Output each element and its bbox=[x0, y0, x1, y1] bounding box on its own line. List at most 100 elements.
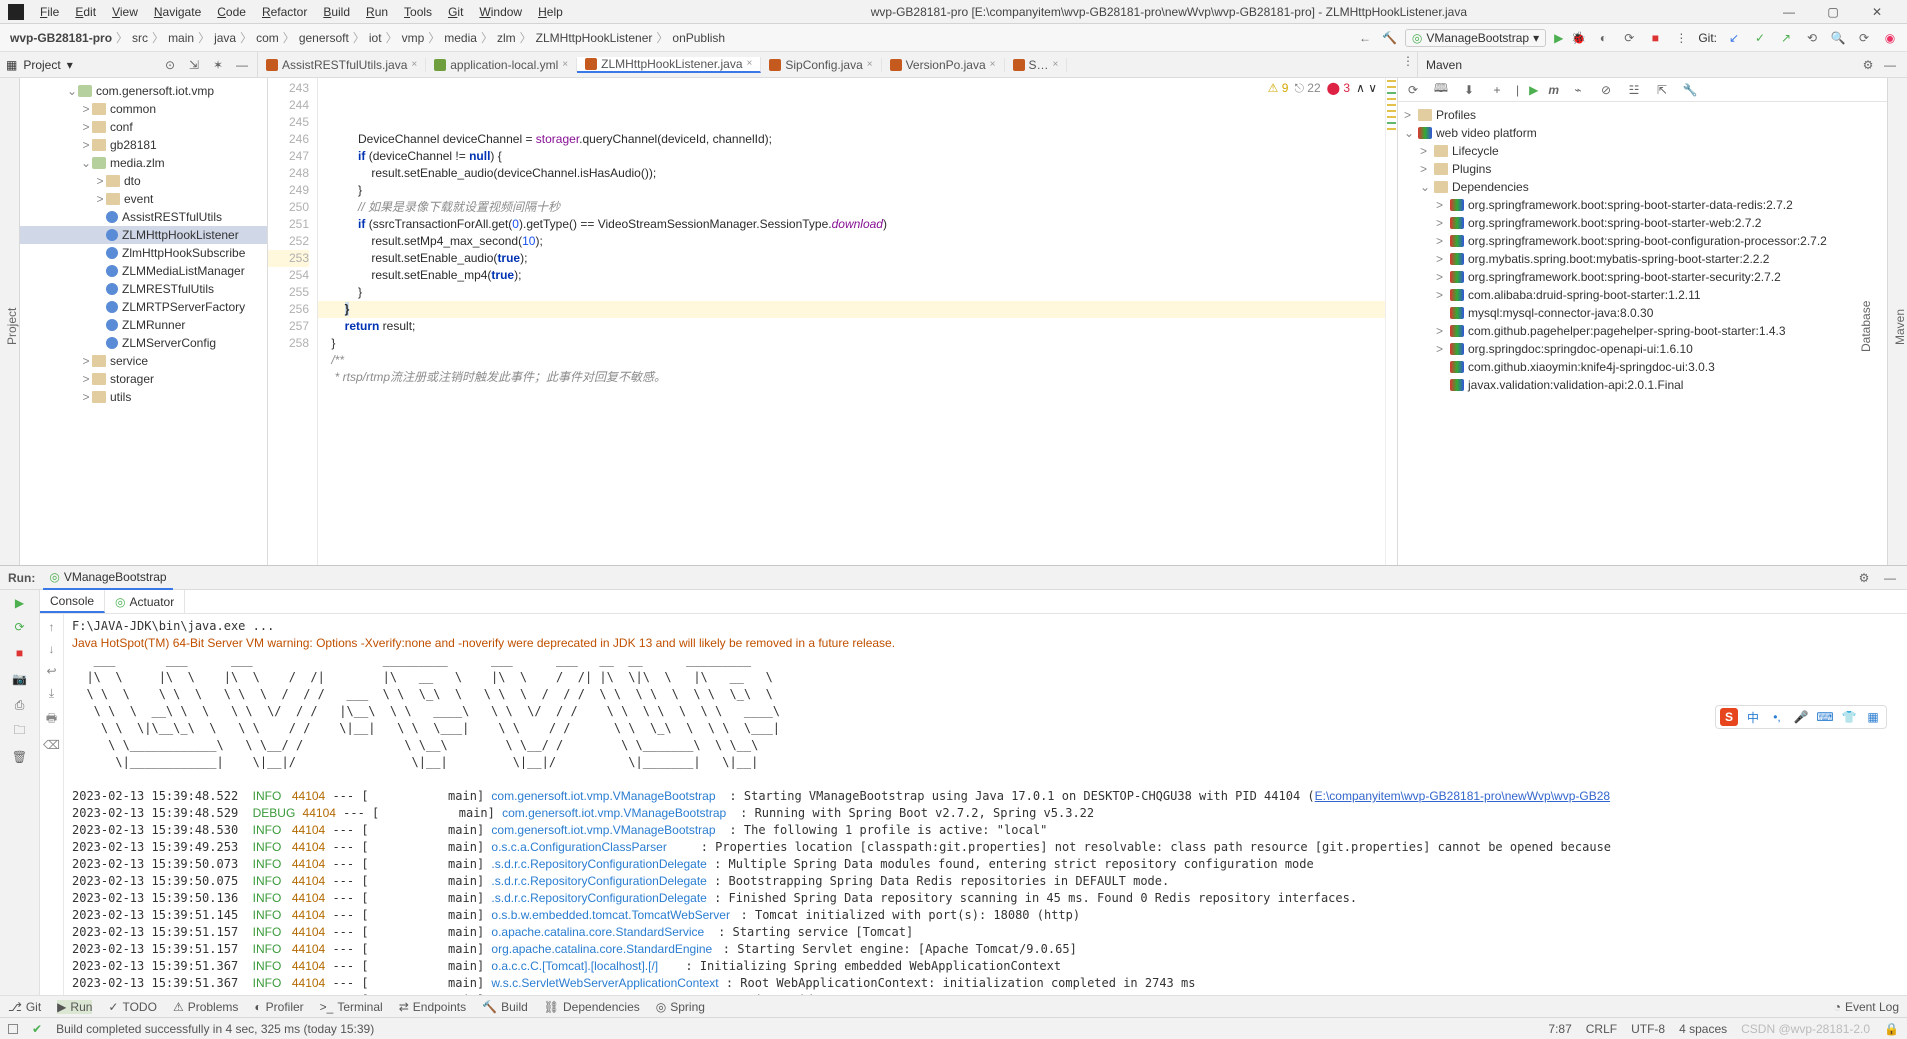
code-area[interactable]: ⚠ 9 ⎋ 22 ⬤ 3 ∧ ∨ DeviceChannel deviceCha… bbox=[318, 78, 1385, 565]
lock-icon[interactable]: 🔒 bbox=[1884, 1022, 1899, 1036]
ime-mode-icon[interactable]: 中 bbox=[1744, 708, 1762, 726]
pin-button[interactable]: 🗑 bbox=[11, 748, 29, 766]
menu-view[interactable]: View bbox=[104, 5, 146, 19]
tree-arrow-icon[interactable]: ⌄ bbox=[1420, 180, 1434, 194]
menu-code[interactable]: Code bbox=[209, 5, 254, 19]
menu-git[interactable]: Git bbox=[440, 5, 471, 19]
close-tab-icon[interactable]: × bbox=[747, 58, 753, 69]
close-tab-icon[interactable]: × bbox=[867, 59, 873, 70]
tree-node[interactable]: ZLMHttpHookListener bbox=[20, 226, 267, 244]
menu-run[interactable]: Run bbox=[358, 5, 396, 19]
tree-arrow-icon[interactable]: > bbox=[1436, 324, 1450, 338]
status-tool-icon[interactable] bbox=[8, 1024, 18, 1034]
sogou-icon[interactable]: S bbox=[1720, 708, 1738, 726]
soft-wrap-icon[interactable]: ↩ bbox=[46, 664, 56, 678]
tree-arrow-icon[interactable]: > bbox=[80, 138, 92, 152]
minimize-button[interactable]: — bbox=[1767, 0, 1811, 24]
crumb-0[interactable]: wvp-GB28181-pro bbox=[8, 31, 114, 45]
tree-arrow-icon[interactable]: > bbox=[1436, 198, 1450, 212]
run-button[interactable]: ▶ bbox=[1554, 31, 1563, 45]
crumb-4[interactable]: com bbox=[254, 31, 281, 45]
crumb-5[interactable]: genersoft bbox=[297, 31, 351, 45]
maven-toggle-skip-tests-icon[interactable]: ⊘ bbox=[1597, 81, 1615, 99]
tree-arrow-icon[interactable]: > bbox=[80, 120, 92, 134]
select-opened-file-icon[interactable]: ⊙ bbox=[161, 56, 179, 74]
project-tree[interactable]: ⌄com.genersoft.iot.vmp>common>conf>gb281… bbox=[20, 78, 268, 565]
maven-hide-icon[interactable]: — bbox=[1881, 56, 1899, 74]
tree-node[interactable]: ZLMMediaListManager bbox=[20, 262, 267, 280]
bottom-tool-build[interactable]: 🔨Build bbox=[482, 1000, 528, 1014]
maven-settings2-icon[interactable]: 🔧 bbox=[1681, 81, 1699, 99]
editor-tab-1[interactable]: application-local.yml× bbox=[426, 58, 577, 72]
ime-voice-icon[interactable]: 🎤 bbox=[1792, 708, 1810, 726]
debug-button[interactable]: 🐞 bbox=[1571, 31, 1586, 45]
maven-tree[interactable]: >Profiles⌄web video platform>Lifecycle>P… bbox=[1398, 102, 1887, 565]
tree-arrow-icon[interactable]: > bbox=[94, 174, 106, 188]
maven-add-icon[interactable]: + bbox=[1488, 81, 1506, 99]
crumb-1[interactable]: src bbox=[130, 31, 150, 45]
menu-window[interactable]: Window bbox=[471, 5, 530, 19]
hide-button[interactable]: — bbox=[233, 56, 251, 74]
layout-button[interactable]: ⎙ bbox=[11, 696, 29, 714]
console-output[interactable]: F:\JAVA-JDK\bin\java.exe ... Java HotSpo… bbox=[64, 614, 1907, 995]
ide-settings-icon[interactable]: ◉ bbox=[1881, 29, 1899, 47]
tree-arrow-icon[interactable]: > bbox=[1436, 270, 1450, 284]
ime-skin-icon[interactable]: 👕 bbox=[1840, 708, 1858, 726]
close-tab-icon[interactable]: × bbox=[411, 59, 417, 70]
run-settings-icon[interactable]: ⚙ bbox=[1855, 569, 1873, 587]
more-tabs-icon[interactable]: ⋮ bbox=[1399, 52, 1417, 70]
maven-exec-icon[interactable]: m bbox=[1548, 83, 1559, 97]
caret-position[interactable]: 7:87 bbox=[1548, 1022, 1571, 1036]
maven-reload-icon[interactable]: ⟳ bbox=[1404, 81, 1422, 99]
console-tab[interactable]: Console bbox=[40, 590, 105, 613]
tree-node[interactable]: ⌄media.zlm bbox=[20, 154, 267, 172]
bottom-tool-problems[interactable]: ⚠Problems bbox=[173, 1000, 238, 1014]
tree-node[interactable]: >utils bbox=[20, 388, 267, 406]
editor-tab-5[interactable]: S…× bbox=[1005, 58, 1068, 72]
git-push-icon[interactable]: ↗ bbox=[1777, 29, 1795, 47]
maven-node[interactable]: mysql:mysql-connector-java:8.0.30 bbox=[1398, 304, 1887, 322]
stop-button[interactable]: ■ bbox=[1646, 29, 1664, 47]
bottom-tool-spring[interactable]: ◎Spring bbox=[656, 1000, 705, 1014]
editor-tab-2[interactable]: ZLMHttpHookListener.java× bbox=[577, 57, 761, 73]
maven-node[interactable]: ⌄Dependencies bbox=[1398, 178, 1887, 196]
tree-arrow-icon[interactable]: > bbox=[80, 354, 92, 368]
tree-arrow-icon[interactable]: ⌄ bbox=[66, 84, 78, 98]
settings-sync-icon[interactable]: ⟳ bbox=[1855, 29, 1873, 47]
tree-arrow-icon[interactable]: > bbox=[94, 192, 106, 206]
menu-tools[interactable]: Tools bbox=[396, 5, 440, 19]
run-hide-icon[interactable]: — bbox=[1881, 569, 1899, 587]
git-history-icon[interactable]: ⟲ bbox=[1803, 29, 1821, 47]
run-config-tab[interactable]: ◎ VManageBootstrap bbox=[43, 566, 172, 590]
maven-toggle-offline-icon[interactable]: ⌁ bbox=[1569, 81, 1587, 99]
more-button[interactable]: ⋮ bbox=[1672, 29, 1690, 47]
tree-node[interactable]: ZLMRTPServerFactory bbox=[20, 298, 267, 316]
file-encoding[interactable]: UTF-8 bbox=[1631, 1022, 1665, 1036]
crumb-10[interactable]: ZLMHttpHookListener bbox=[534, 31, 655, 45]
tree-arrow-icon[interactable]: > bbox=[1420, 144, 1434, 158]
clear-icon[interactable]: ⌫ bbox=[43, 738, 60, 752]
menu-build[interactable]: Build bbox=[315, 5, 358, 19]
tree-node[interactable]: ⌄com.genersoft.iot.vmp bbox=[20, 82, 267, 100]
crumb-6[interactable]: iot bbox=[367, 31, 384, 45]
event-log-button[interactable]: ◔ Event Log bbox=[1834, 1000, 1899, 1014]
rerun-update-button[interactable]: ⟳ bbox=[11, 618, 29, 636]
scroll-up-icon[interactable]: ↑ bbox=[49, 620, 55, 634]
tree-arrow-icon[interactable]: > bbox=[1436, 288, 1450, 302]
tree-arrow-icon[interactable]: > bbox=[80, 390, 92, 404]
project-view-selector[interactable]: ▦ Project ▾ ⊙ ⇲ ✶ — bbox=[0, 52, 258, 77]
tree-node[interactable]: >storager bbox=[20, 370, 267, 388]
maven-node[interactable]: >org.springframework.boot:spring-boot-st… bbox=[1398, 214, 1887, 232]
maven-node[interactable]: >com.alibaba:druid-spring-boot-starter:1… bbox=[1398, 286, 1887, 304]
project-tool-tab[interactable]: Project bbox=[5, 88, 19, 565]
line-separator[interactable]: CRLF bbox=[1586, 1022, 1617, 1036]
dump-threads-button[interactable]: 📷 bbox=[11, 670, 29, 688]
actuator-tab[interactable]: ◎Actuator bbox=[105, 590, 185, 613]
tree-arrow-icon[interactable]: > bbox=[1436, 216, 1450, 230]
tree-arrow-icon[interactable]: > bbox=[1436, 342, 1450, 356]
stop-run-button[interactable]: ■ bbox=[11, 644, 29, 662]
bottom-tool-profiler[interactable]: ◐Profiler bbox=[254, 1000, 303, 1014]
maven-node[interactable]: >Lifecycle bbox=[1398, 142, 1887, 160]
tree-arrow-icon[interactable]: > bbox=[1436, 252, 1450, 266]
maven-show-deps-icon[interactable]: ☳ bbox=[1625, 81, 1643, 99]
